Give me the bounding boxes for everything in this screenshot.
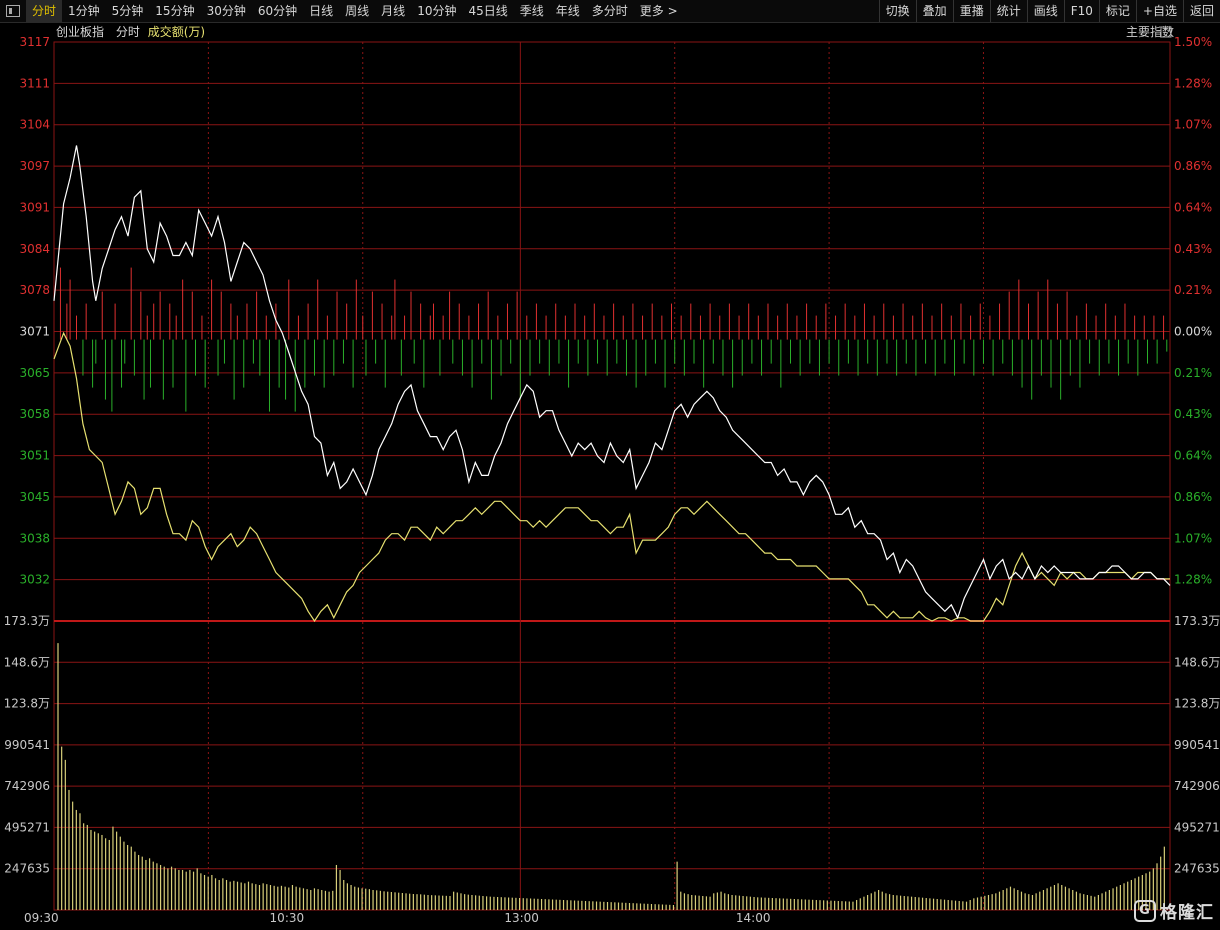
volume-tick-label: 742906 [4,779,50,793]
chart-area: 3117 1.50% 3111 1.28% 3104 1.07% 3097 0.86% 3091… [0,23,1220,927]
price-tick-label: 3038 [19,531,50,545]
pct-tick-label: 0.86% [1174,490,1212,504]
period-tab-2[interactable]: 5分钟 [106,0,150,22]
volume-tick-label: 495271 [1174,820,1220,834]
price-tick-label: 3058 [19,407,50,421]
panel-toggle-icon[interactable] [6,5,20,17]
toolbar-button-2[interactable]: 重播 [952,0,990,22]
price-tick-label: 3045 [19,490,50,504]
pct-tick-label: 0.86% [1174,159,1212,173]
period-tab-14[interactable]: 更多 > [634,0,684,22]
pct-tick-label: 0.64% [1174,449,1212,463]
pct-tick-label: 0.64% [1174,200,1212,214]
price-tick-label: 3084 [19,242,50,256]
square-toggle-icon[interactable] [1160,26,1172,38]
index-price-line [53,145,1171,620]
price-tick-label: 3065 [19,366,50,380]
period-tab-7[interactable]: 周线 [339,0,375,22]
mode-label: 分时 [115,25,140,39]
volume-tick-label: 247635 [4,862,50,876]
time-tick-label: 09:30 [24,911,59,925]
price-tick-label: 3097 [19,159,50,173]
period-tab-4[interactable]: 30分钟 [201,0,252,22]
price-tick-label: 3117 [19,35,50,49]
period-tab-3[interactable]: 15分钟 [149,0,200,22]
price-tick-label: 3091 [19,200,50,214]
average-price-line [53,331,1170,623]
price-tick-label: 3051 [19,449,50,463]
toolbar-button-4[interactable]: 画线 [1026,0,1064,22]
volume-tick-label: 990541 [1174,738,1220,752]
volume-tick-label: 990541 [4,738,50,752]
pct-tick-label: 0.21% [1174,283,1212,297]
price-tick-label: 3071 [19,325,50,339]
period-tab-8[interactable]: 月线 [375,0,411,22]
watermark: G 格隆汇 [1134,898,1214,923]
indicator-label: 成交额(万) [147,25,206,39]
time-tick-label: 13:00 [504,911,539,925]
pct-tick-label: 0.43% [1174,407,1212,421]
toolbar-button-3[interactable]: 统计 [989,0,1027,22]
toolbar-button-7[interactable]: +自选 [1135,0,1183,22]
price-tick-label: 3032 [19,573,50,587]
period-tab-5[interactable]: 60分钟 [252,0,303,22]
period-tab-6[interactable]: 日线 [303,0,339,22]
period-tab-1[interactable]: 1分钟 [62,0,106,22]
intraday-chart: 3117 1.50% 3111 1.28% 3104 1.07% 3097 0.86% 3091… [4,35,1220,925]
time-tick-label: 14:00 [736,911,771,925]
period-tab-13[interactable]: 多分时 [586,0,634,22]
volume-tick-label: 148.6万 [1174,655,1220,669]
period-tab-11[interactable]: 季线 [514,0,550,22]
period-tab-9[interactable]: 10分钟 [411,0,462,22]
volume-tick-label: 148.6万 [4,655,50,669]
chart-header: 创业板指 分时 成交额(万) [56,24,205,40]
watermark-text: 格隆汇 [1160,903,1214,923]
period-tab-12[interactable]: 年线 [550,0,586,22]
pct-tick-label: 1.28% [1174,76,1212,90]
pct-tick-label: 0.21% [1174,366,1212,380]
price-tick-label: 3104 [19,118,50,132]
gelonghui-logo: G [1134,899,1156,922]
period-tab-0[interactable]: 分时 [26,0,63,22]
price-tick-label: 3111 [19,76,50,90]
pct-tick-label: 0.43% [1174,242,1212,256]
toolbar-button-6[interactable]: 标记 [1098,0,1136,22]
toolbar-button-5[interactable]: F10 [1063,0,1099,22]
chart-frame [53,41,1171,911]
pct-tick-label: 1.07% [1174,118,1212,132]
volume-tick-label: 495271 [4,820,50,834]
volume-tick-label: 247635 [1174,862,1220,876]
pct-tick-label: 1.07% [1174,531,1212,545]
index-name: 创业板指 [56,25,105,39]
volume-tick-label: 173.3万 [4,614,50,628]
pct-tick-label: 1.50% [1174,35,1212,49]
volume-tick-label: 123.8万 [1174,697,1220,711]
period-tab-10[interactable]: 45日线 [462,0,513,22]
period-toolbar: 分时 1分钟 5分钟 15分钟 30分钟 60分钟 日线 周线 月线 10分钟 45日线 季线 年线 多分… [0,0,1220,23]
volume-tick-label: 123.8万 [4,697,50,711]
time-tick-label: 10:30 [270,911,305,925]
volume-tick-label: 173.3万 [1174,614,1220,628]
toolbar-button-8[interactable]: 返回 [1182,0,1220,22]
price-tick-label: 3078 [19,283,50,297]
pct-tick-label: 1.28% [1174,573,1212,587]
volume-tick-label: 742906 [1174,779,1220,793]
toolbar-button-0[interactable]: 切换 [878,0,916,22]
pct-tick-label: 0.00% [1174,325,1212,339]
toolbar-button-1[interactable]: 叠加 [915,0,953,22]
